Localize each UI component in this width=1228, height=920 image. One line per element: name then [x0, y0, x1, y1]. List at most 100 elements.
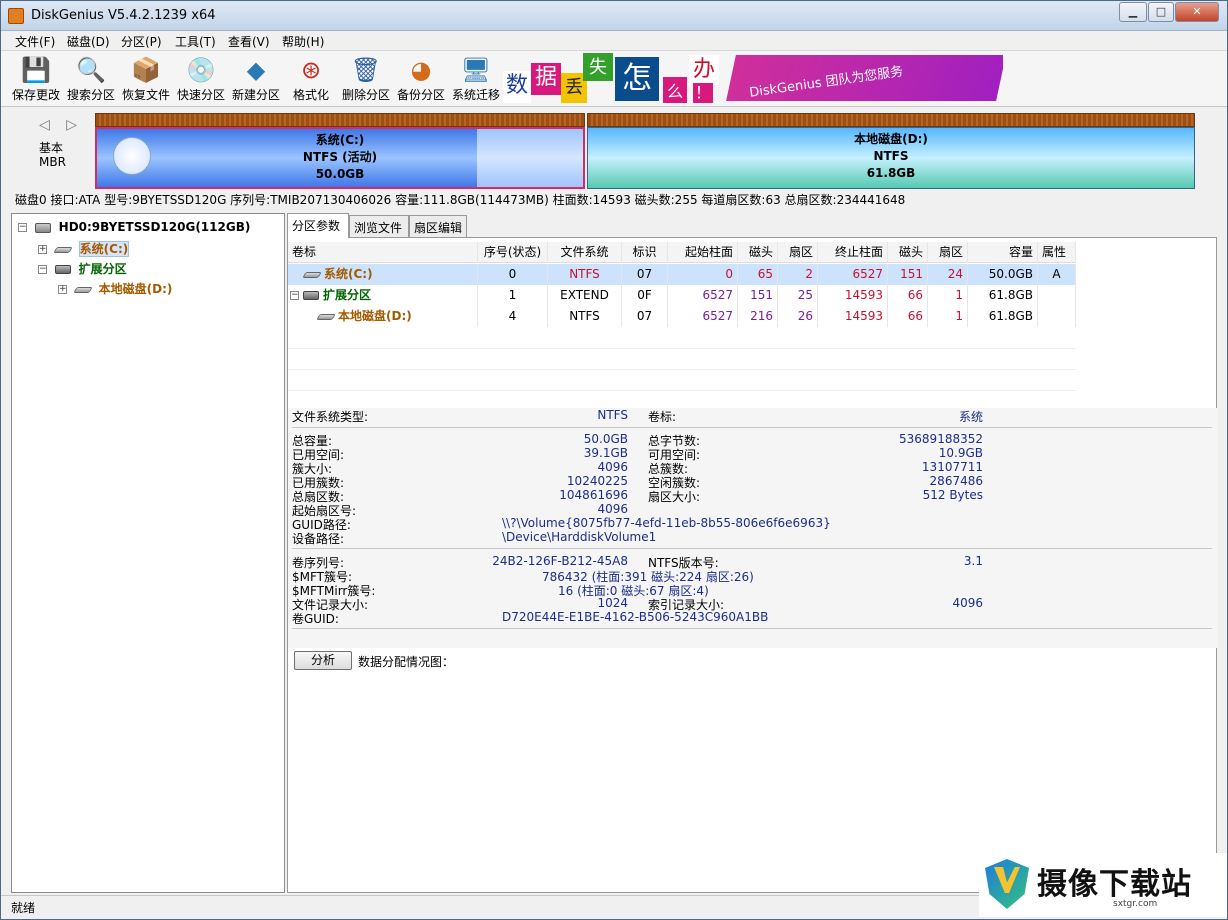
detail-value: 系统: [958, 410, 983, 424]
partition-icon: [316, 313, 336, 320]
format-icon: ⊛: [300, 56, 322, 84]
disk-info-line: 磁盘0 接口:ATA 型号:9BYETSSD120G 序列号:TMIB20713…: [15, 193, 906, 207]
recover-files-button[interactable]: 📦 恢复文件: [119, 53, 173, 105]
menu-file[interactable]: 文件(F): [15, 33, 55, 50]
tab-browse-files[interactable]: 浏览文件: [349, 215, 409, 237]
col-header[interactable]: 容量: [968, 242, 1038, 263]
table-row[interactable]: 系统(C:) 0 NTFS 07 0 65 2 6527 151 24 50.0…: [288, 264, 1076, 285]
tab-panel: 卷标 序号(状态) 文件系统 标识 起始柱面 磁头 扇区 终止柱面 磁头 扇区 …: [287, 237, 1218, 893]
detail-key: 扇区大小:: [648, 490, 701, 504]
minimize-button[interactable]: ▁: [1119, 2, 1147, 22]
menu-disk[interactable]: 磁盘(D): [67, 33, 110, 50]
save-changes-button[interactable]: 💾 保存更改: [9, 53, 63, 105]
col-header[interactable]: 序号(状态): [478, 242, 548, 263]
delete-partition-icon: 🗑: [350, 56, 382, 84]
table-header: 卷标 序号(状态) 文件系统 标识 起始柱面 磁头 扇区 终止柱面 磁头 扇区 …: [288, 242, 1076, 263]
status-text: 就绪: [11, 901, 36, 915]
menu-help[interactable]: 帮助(H): [282, 33, 324, 50]
detail-value: 104861696: [559, 488, 628, 502]
ad-banner[interactable]: 数 据 丢 失 怎 么 办 ！ DiskGenius 团队为您服务: [503, 53, 1003, 105]
app-window: DiskGenius V5.4.2.1239 x64 ▁ □ ✕ 文件(F) 磁…: [0, 0, 1228, 920]
table-row[interactable]: − 扩展分区 1 EXTEND 0F 6527 151 25 14593 66 1…: [288, 285, 1076, 306]
partition-size: 50.0GB: [315, 167, 365, 181]
search-partition-button[interactable]: 🔍 搜索分区: [64, 53, 118, 105]
partition-size: 61.8GB: [866, 166, 916, 180]
delete-partition-button[interactable]: 🗑 删除分区: [339, 53, 393, 105]
col-header[interactable]: 终止柱面: [818, 242, 888, 263]
partition-icon: [73, 286, 93, 293]
system-migration-icon: 🖥: [460, 56, 492, 84]
col-header[interactable]: 属性: [1038, 242, 1076, 263]
analyze-button[interactable]: 分析: [294, 651, 352, 670]
detail-value: 53689188352: [899, 432, 983, 446]
partition-icon: [302, 271, 322, 278]
detail-key: 卷标:: [648, 410, 677, 424]
col-header[interactable]: 标识: [622, 242, 668, 263]
hard-disk-icon: [34, 222, 51, 233]
banner-char: 据: [531, 63, 561, 95]
tree-extended-partition[interactable]: − 扩展分区: [38, 260, 127, 278]
collapse-icon[interactable]: −: [18, 223, 27, 232]
detail-value: \Device\HarddiskVolume1: [502, 530, 657, 544]
tree-disk-node[interactable]: − HD0:9BYETSSD120G(112GB): [18, 220, 250, 238]
expand-icon[interactable]: +: [58, 285, 67, 294]
tree-partition-c[interactable]: + 系统(C:): [38, 240, 130, 258]
backup-partition-button[interactable]: ◕ 备份分区: [394, 53, 448, 105]
menu-partition[interactable]: 分区(P): [121, 33, 162, 50]
partition-block-d[interactable]: 本地磁盘(D:) NTFS 61.8GB: [587, 113, 1195, 189]
partition-panel: 分区参数 浏览文件 扇区编辑 卷标 序号(状态) 文件系统 标识 起始柱面 磁头…: [287, 213, 1219, 893]
col-header[interactable]: 扇区: [778, 242, 818, 263]
format-button[interactable]: ⊛ 格式化: [284, 53, 338, 105]
col-header[interactable]: 扇区: [928, 242, 968, 263]
close-button[interactable]: ✕: [1175, 2, 1219, 22]
menu-view[interactable]: 查看(V): [228, 33, 270, 50]
detail-value: 4096: [597, 460, 628, 474]
extended-partition-icon: [54, 265, 71, 274]
tab-sector-editor[interactable]: 扇区编辑: [409, 215, 467, 237]
col-header[interactable]: 磁头: [888, 242, 928, 263]
partition-details: 文件系统类型: NTFS 卷标: 系统 总容量: 50.0GB 已用空间: 39…: [288, 408, 1218, 648]
disk-nav-arrows[interactable]: ◁ ▷: [39, 117, 83, 133]
partition-icon: [53, 246, 73, 253]
app-logo-icon: [8, 8, 24, 24]
col-header[interactable]: 起始柱面: [668, 242, 738, 263]
partition-style-label: MBR: [39, 155, 66, 169]
menu-tools[interactable]: 工具(T): [175, 33, 216, 50]
partition-fs: NTFS: [873, 149, 909, 163]
detail-key: 设备路径:: [292, 532, 345, 546]
quick-partition-button[interactable]: 💿 快速分区: [174, 53, 228, 105]
detail-value: 1024: [597, 596, 628, 610]
system-migration-button[interactable]: 🖥 系统迁移: [449, 53, 503, 105]
search-icon: 🔍: [76, 56, 106, 84]
expand-icon[interactable]: +: [38, 245, 47, 254]
col-header[interactable]: 卷标: [288, 242, 478, 263]
menu-bar: 文件(F) 磁盘(D) 分区(P) 工具(T) 查看(V) 帮助(H): [1, 31, 1227, 51]
detail-value: 3.1: [963, 554, 983, 568]
table-row[interactable]: 本地磁盘(D:) 4 NTFS 07 6527 216 26 14593 66 …: [288, 306, 1076, 327]
backup-partition-icon: ◕: [410, 56, 432, 84]
col-header[interactable]: 文件系统: [548, 242, 622, 263]
new-partition-icon: ◆: [246, 56, 266, 84]
tab-partition-params[interactable]: 分区参数: [287, 213, 349, 238]
detail-value: 13107711: [921, 460, 983, 474]
partition-fs: NTFS (活动): [302, 150, 378, 164]
collapse-icon[interactable]: −: [290, 291, 299, 300]
save-icon: 💾: [21, 56, 51, 84]
banner-char: 怎: [615, 57, 659, 101]
new-partition-button[interactable]: ◆ 新建分区: [229, 53, 283, 105]
detail-value: NTFS: [597, 408, 628, 422]
banner-char: 数: [503, 71, 531, 103]
disk-type-label: 基本: [39, 141, 64, 155]
tree-partition-d[interactable]: + 本地磁盘(D:): [58, 280, 172, 298]
collapse-icon[interactable]: −: [38, 265, 47, 274]
partition-block-c[interactable]: 系统(C:) NTFS (活动) 50.0GB: [95, 113, 585, 189]
site-watermark: 摄像下载站 sxtgr.com: [979, 853, 1227, 917]
maximize-button[interactable]: □: [1148, 2, 1174, 22]
detail-value: 4096: [952, 596, 983, 610]
banner-slogan: DiskGenius 团队为您服务: [726, 55, 1003, 101]
detail-key: 卷GUID:: [292, 612, 339, 626]
banner-char: 么: [663, 77, 687, 103]
partition-name: 本地磁盘(D:): [854, 132, 928, 146]
col-header[interactable]: 磁头: [738, 242, 778, 263]
detail-value: 10240225: [566, 474, 628, 488]
